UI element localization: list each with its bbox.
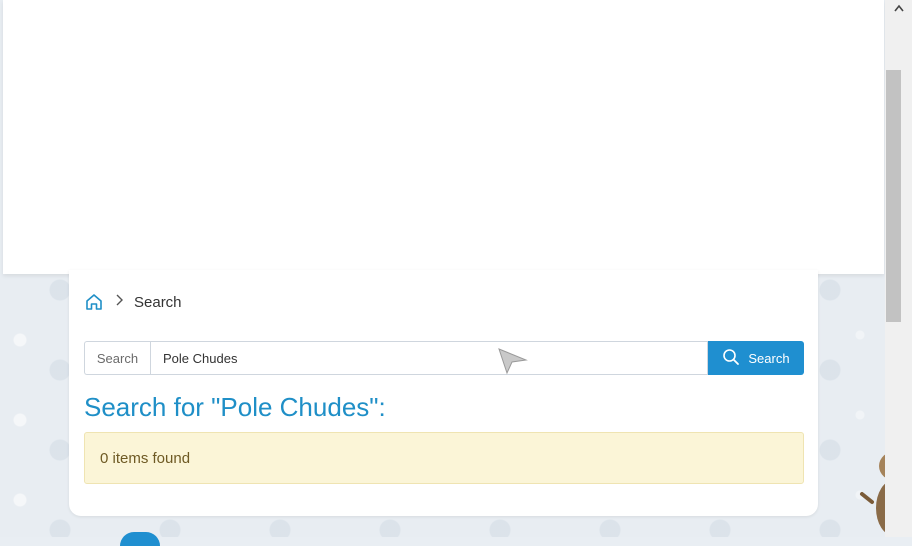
search-scope-label: Search [84,341,150,375]
search-input[interactable] [150,341,708,375]
search-button[interactable]: Search [708,341,804,375]
vertical-scrollbar[interactable] [885,0,912,537]
breadcrumb: Search [84,291,182,313]
mouse-cursor-icon [497,347,529,380]
results-notice: 0 items found [84,432,804,484]
search-icon [722,348,740,369]
home-icon[interactable] [84,292,104,312]
scrollbar-thumb[interactable] [886,70,901,322]
chevron-right-icon [114,293,124,311]
top-content-panel [3,0,884,274]
bottom-button-peek[interactable] [120,532,160,546]
search-button-label: Search [748,350,790,366]
results-title: Search for "Pole Chudes": [84,392,386,422]
breadcrumb-current: Search [134,293,182,311]
results-count: 0 items found [100,449,191,467]
scroll-up-arrow-icon[interactable] [885,0,912,16]
search-form: Search Search [84,341,804,375]
